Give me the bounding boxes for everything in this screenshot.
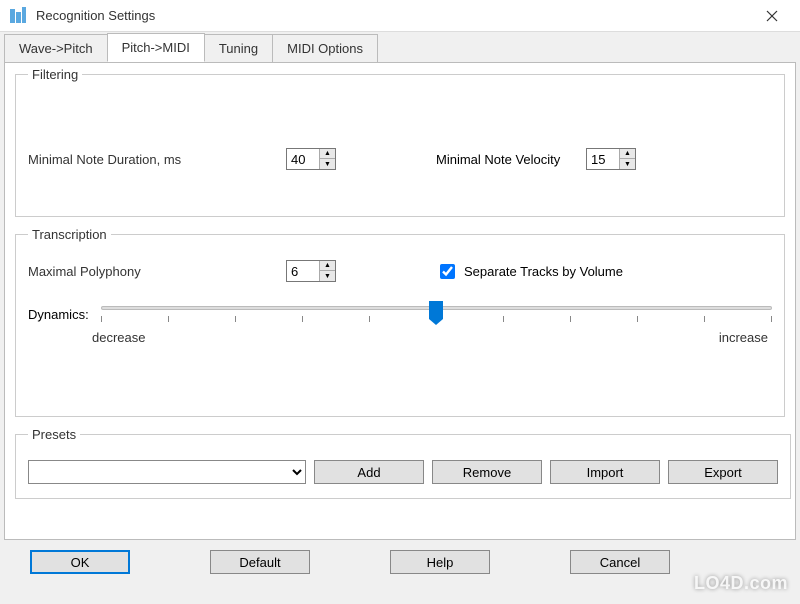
max-polyphony-input[interactable] xyxy=(287,261,319,281)
tab-strip: Wave->Pitch Pitch->MIDI Tuning MIDI Opti… xyxy=(0,32,800,62)
dynamics-min-label: decrease xyxy=(92,330,145,345)
presets-select[interactable] xyxy=(28,460,306,484)
spin-up-icon[interactable]: ▲ xyxy=(320,261,335,271)
app-icon xyxy=(8,6,28,26)
close-button[interactable] xyxy=(752,2,792,30)
export-button[interactable]: Export xyxy=(668,460,778,484)
import-button[interactable]: Import xyxy=(550,460,660,484)
dialog-window: Recognition Settings Wave->Pitch Pitch->… xyxy=(0,0,800,604)
tab-pitch-midi[interactable]: Pitch->MIDI xyxy=(107,33,205,62)
presets-legend: Presets xyxy=(28,427,80,442)
transcription-group: Transcription Maximal Polyphony ▲ ▼ Sepa… xyxy=(15,227,785,417)
tab-content: Filtering Minimal Note Duration, ms ▲ ▼ … xyxy=(4,62,796,540)
min-velocity-input[interactable] xyxy=(587,149,619,169)
slider-thumb[interactable] xyxy=(429,301,443,319)
tab-midi-options[interactable]: MIDI Options xyxy=(272,34,378,62)
filtering-group: Filtering Minimal Note Duration, ms ▲ ▼ … xyxy=(15,67,785,217)
spin-down-icon[interactable]: ▼ xyxy=(320,159,335,169)
tab-wave-pitch[interactable]: Wave->Pitch xyxy=(4,34,108,62)
dynamics-slider[interactable] xyxy=(101,306,772,322)
min-velocity-label: Minimal Note Velocity xyxy=(436,152,586,167)
max-polyphony-spinbox[interactable]: ▲ ▼ xyxy=(286,260,336,282)
tab-tuning[interactable]: Tuning xyxy=(204,34,273,62)
dialog-buttons: OK Default Help Cancel xyxy=(0,540,800,574)
transcription-legend: Transcription xyxy=(28,227,111,242)
spin-up-icon[interactable]: ▲ xyxy=(320,149,335,159)
min-velocity-spinbox[interactable]: ▲ ▼ xyxy=(586,148,636,170)
help-button[interactable]: Help xyxy=(390,550,490,574)
close-icon xyxy=(766,10,778,22)
dynamics-label: Dynamics: xyxy=(28,307,89,322)
spin-up-icon[interactable]: ▲ xyxy=(620,149,635,159)
default-button[interactable]: Default xyxy=(210,550,310,574)
separate-tracks-checkbox[interactable] xyxy=(440,264,455,279)
watermark: LO4D.com xyxy=(694,573,788,594)
filtering-legend: Filtering xyxy=(28,67,82,82)
min-duration-spinbox[interactable]: ▲ ▼ xyxy=(286,148,336,170)
add-button[interactable]: Add xyxy=(314,460,424,484)
dynamics-max-label: increase xyxy=(719,330,768,345)
min-duration-label: Minimal Note Duration, ms xyxy=(28,152,268,167)
remove-button[interactable]: Remove xyxy=(432,460,542,484)
separate-tracks-label: Separate Tracks by Volume xyxy=(464,264,623,279)
cancel-button[interactable]: Cancel xyxy=(570,550,670,574)
window-title: Recognition Settings xyxy=(36,8,752,23)
presets-group: Presets Add Remove Import Export xyxy=(15,427,791,499)
spin-down-icon[interactable]: ▼ xyxy=(320,271,335,281)
titlebar: Recognition Settings xyxy=(0,0,800,32)
max-polyphony-label: Maximal Polyphony xyxy=(28,264,268,279)
min-duration-input[interactable] xyxy=(287,149,319,169)
spin-down-icon[interactable]: ▼ xyxy=(620,159,635,169)
ok-button[interactable]: OK xyxy=(30,550,130,574)
separate-tracks-checkbox-wrap[interactable]: Separate Tracks by Volume xyxy=(436,261,623,282)
